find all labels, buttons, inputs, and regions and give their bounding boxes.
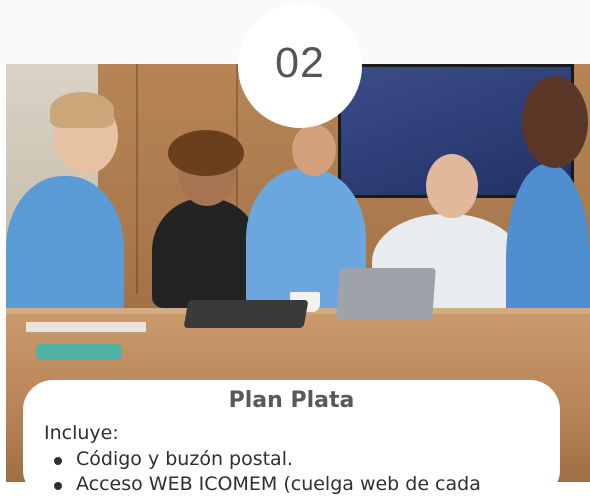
- wall-panel-divider: [136, 64, 138, 294]
- nurse-left-figure: [6, 176, 124, 326]
- green-object: [36, 344, 122, 360]
- bullet-icon: [54, 482, 62, 490]
- nurse-left-hair: [50, 92, 114, 128]
- plan-intro: Incluye:: [44, 422, 119, 444]
- bullet-icon: [54, 457, 62, 465]
- paper-sheet: [26, 322, 146, 332]
- nurse-right-head: [522, 76, 588, 168]
- doctor-head: [426, 154, 478, 218]
- plan-features-list: Código y buzón postal. Acceso WEB ICOMEM…: [44, 448, 481, 498]
- step-number: 02: [275, 38, 325, 87]
- plan-title: Plan Plata: [228, 388, 355, 413]
- tablet-device: [183, 300, 309, 328]
- plan-feature-text: Código y buzón postal.: [76, 448, 294, 470]
- step-badge: 02: [238, 4, 362, 128]
- laptop: [336, 268, 436, 320]
- plan-feature-text: Acceso WEB ICOMEM (cuelga web de cada: [76, 473, 481, 495]
- woman-suit-figure: [152, 198, 260, 308]
- nurse-standing-head: [292, 124, 336, 176]
- woman-suit-hair: [168, 130, 244, 176]
- plan-card: Plan Plata Incluye: Código y buzón posta…: [23, 380, 560, 500]
- plan-feature-item: Acceso WEB ICOMEM (cuelga web de cada: [44, 473, 481, 498]
- plan-feature-item: Código y buzón postal.: [44, 448, 481, 473]
